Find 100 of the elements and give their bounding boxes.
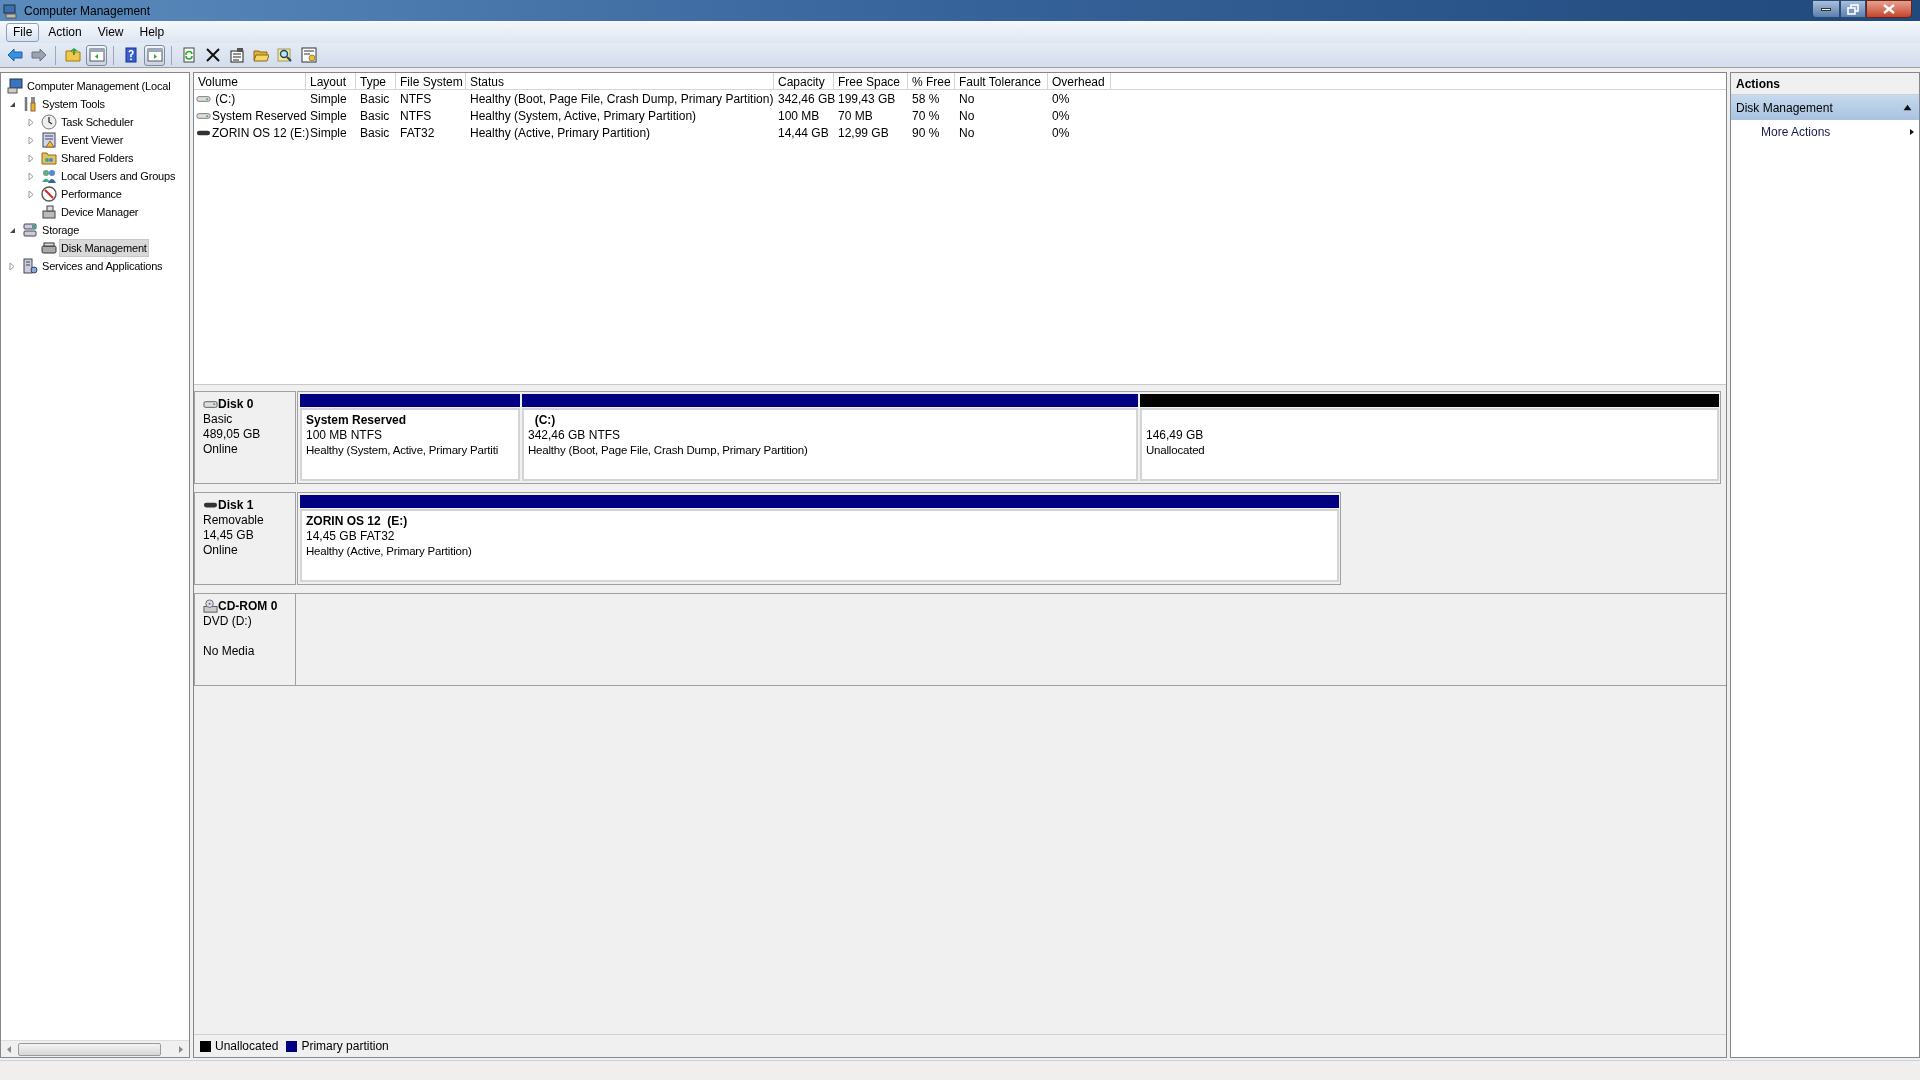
restore-icon [1847, 3, 1859, 15]
partition-size: 100 MB NTFS [306, 428, 384, 443]
scroll-thumb[interactable] [18, 1042, 161, 1056]
partition-status: Unallocated [1146, 443, 1206, 458]
column-header[interactable]: File System [396, 73, 466, 90]
table-cell-text: NTFS [399, 107, 433, 124]
device-icon [41, 204, 57, 220]
table-cell-text: Simple [309, 90, 348, 107]
folder-icon [64, 47, 81, 63]
column-header[interactable]: Capacity [774, 73, 834, 90]
table-cell-text: Healthy (System, Active, Primary Partition) [469, 107, 698, 124]
table-cell-text: Healthy (Boot, Page File, Crash Dump, Primary Partition) [469, 90, 774, 107]
table-cell-text: 58 % [911, 90, 941, 107]
table-cell-text: 199,43 GB [837, 90, 897, 107]
column-header[interactable]: % Free [908, 73, 955, 90]
close-button[interactable] [1866, 0, 1912, 18]
storage-icon [22, 222, 38, 238]
menu-item[interactable]: View [90, 22, 131, 42]
column-header[interactable]: Fault Tolerance [955, 73, 1048, 90]
tree-item[interactable]: Storage [40, 220, 82, 240]
tree-item[interactable]: Services and Applications [40, 256, 165, 276]
gauge-icon [41, 186, 57, 202]
partition-size: 14,45 GB FAT32 [306, 529, 396, 544]
table-cell-text: Simple [309, 107, 348, 124]
clock-icon [41, 114, 57, 130]
tree-item[interactable]: Local Users and Groups [59, 166, 178, 186]
partition-status: Healthy (Boot, Page File, Crash Dump, Primary Partition) [528, 443, 809, 458]
tree-item[interactable]: Disk Management [59, 238, 149, 258]
users-icon [41, 168, 57, 184]
disk-info: Online [203, 543, 239, 558]
legend-label: Unallocated [215, 1038, 279, 1055]
disk-info: Removable [203, 513, 265, 528]
table-cell-text: (C:) [214, 90, 236, 108]
table-cell-text: 14,44 GB [777, 124, 830, 141]
minimize-button[interactable] [1812, 0, 1840, 18]
table-cell-text: No [958, 107, 976, 124]
table-cell-text: Basic [359, 124, 391, 141]
table-cell-text: No [958, 124, 976, 141]
menu-item[interactable]: File [6, 22, 40, 42]
column-header[interactable]: Volume [194, 73, 306, 90]
partition-box[interactable]: ZORIN OS 12 (E:) 14,45 GB FAT32 Healthy (Active, Primary Partition) [300, 509, 1339, 582]
tree-item[interactable]: Event Viewer [59, 130, 126, 150]
restore-button[interactable] [1840, 0, 1866, 18]
table-cell-text: FAT32 [399, 124, 436, 141]
table-cell-text: 12,99 GB [837, 124, 890, 141]
disk-info: 489,05 GB [203, 427, 262, 442]
close-icon [1883, 4, 1895, 14]
column-header[interactable]: Status [466, 73, 774, 90]
menu-item[interactable]: Action [41, 22, 89, 42]
table-cell-text: 0% [1051, 107, 1071, 124]
delete-icon [204, 47, 221, 63]
column-header[interactable]: Type [356, 73, 396, 90]
table-cell-text: No [958, 90, 976, 107]
table-cell-text: Basic [359, 90, 391, 107]
tools-icon [22, 96, 38, 112]
settings-icon [300, 47, 317, 63]
actions-section-header[interactable]: Disk Management [1731, 95, 1919, 120]
table-cell-text: System Reserved [212, 107, 307, 125]
folder-icon [41, 150, 57, 166]
partition-box[interactable]: (C:) 342,46 GB NTFS Healthy (Boot, Page File, Crash Dump, Primary Partition) [522, 408, 1138, 481]
submenu-arrow-icon [1908, 127, 1916, 137]
actions-title: Actions [1731, 73, 1919, 95]
partition-box[interactable]: 146,49 GB Unallocated [1140, 408, 1719, 481]
table-cell-text: 70 MB [837, 107, 874, 124]
back-icon [6, 47, 23, 63]
minimize-icon [1821, 7, 1831, 11]
partition-box[interactable]: System Reserved 100 MB NTFS Healthy (System, Active, Primary Partiti [300, 408, 520, 481]
search-icon [276, 47, 293, 63]
column-header[interactable]: Overhead [1048, 73, 1111, 90]
table-cell-text: 342,46 GB [777, 90, 834, 107]
column-header[interactable]: Free Space [834, 73, 908, 90]
table-cell-text: 70 % [911, 107, 941, 124]
action-link[interactable]: More Actions [1731, 120, 1919, 144]
refresh-icon [180, 47, 197, 63]
column-header[interactable]: Layout [306, 73, 356, 90]
table-cell-text: NTFS [399, 90, 433, 107]
disk-info: DVD (D:) [203, 614, 253, 629]
partition-status: Healthy (Active, Primary Partition) [306, 544, 473, 559]
table-cell-text: Healthy (Active, Primary Partition) [469, 124, 652, 141]
table-cell-text: ZORIN OS 12 (E:) [212, 124, 310, 142]
table-cell-text: 0% [1051, 90, 1071, 107]
tree-item[interactable]: Performance [59, 184, 124, 204]
forward-icon [30, 47, 47, 63]
tree-item[interactable]: Task Scheduler [59, 112, 136, 132]
tree-item[interactable]: Computer Management (Local [25, 76, 173, 96]
computer-icon [3, 2, 19, 19]
horizontal-scrollbar[interactable] [1, 1040, 189, 1057]
tree-item[interactable]: System Tools [40, 94, 107, 114]
legend-label: Primary partition [301, 1038, 389, 1055]
tree-item[interactable]: Device Manager [59, 202, 141, 222]
window-title: Computer Management [24, 2, 151, 20]
disk-info: Basic [203, 412, 234, 427]
pane-icon [88, 47, 105, 63]
menu-item[interactable]: Help [132, 22, 172, 42]
services-icon [22, 258, 38, 274]
partition-name: (C:) [533, 413, 557, 428]
help-icon [122, 47, 139, 63]
tree-item[interactable]: Shared Folders [59, 148, 136, 168]
disk-info: Online [203, 442, 239, 457]
disk-name: Disk 0 [218, 397, 254, 412]
